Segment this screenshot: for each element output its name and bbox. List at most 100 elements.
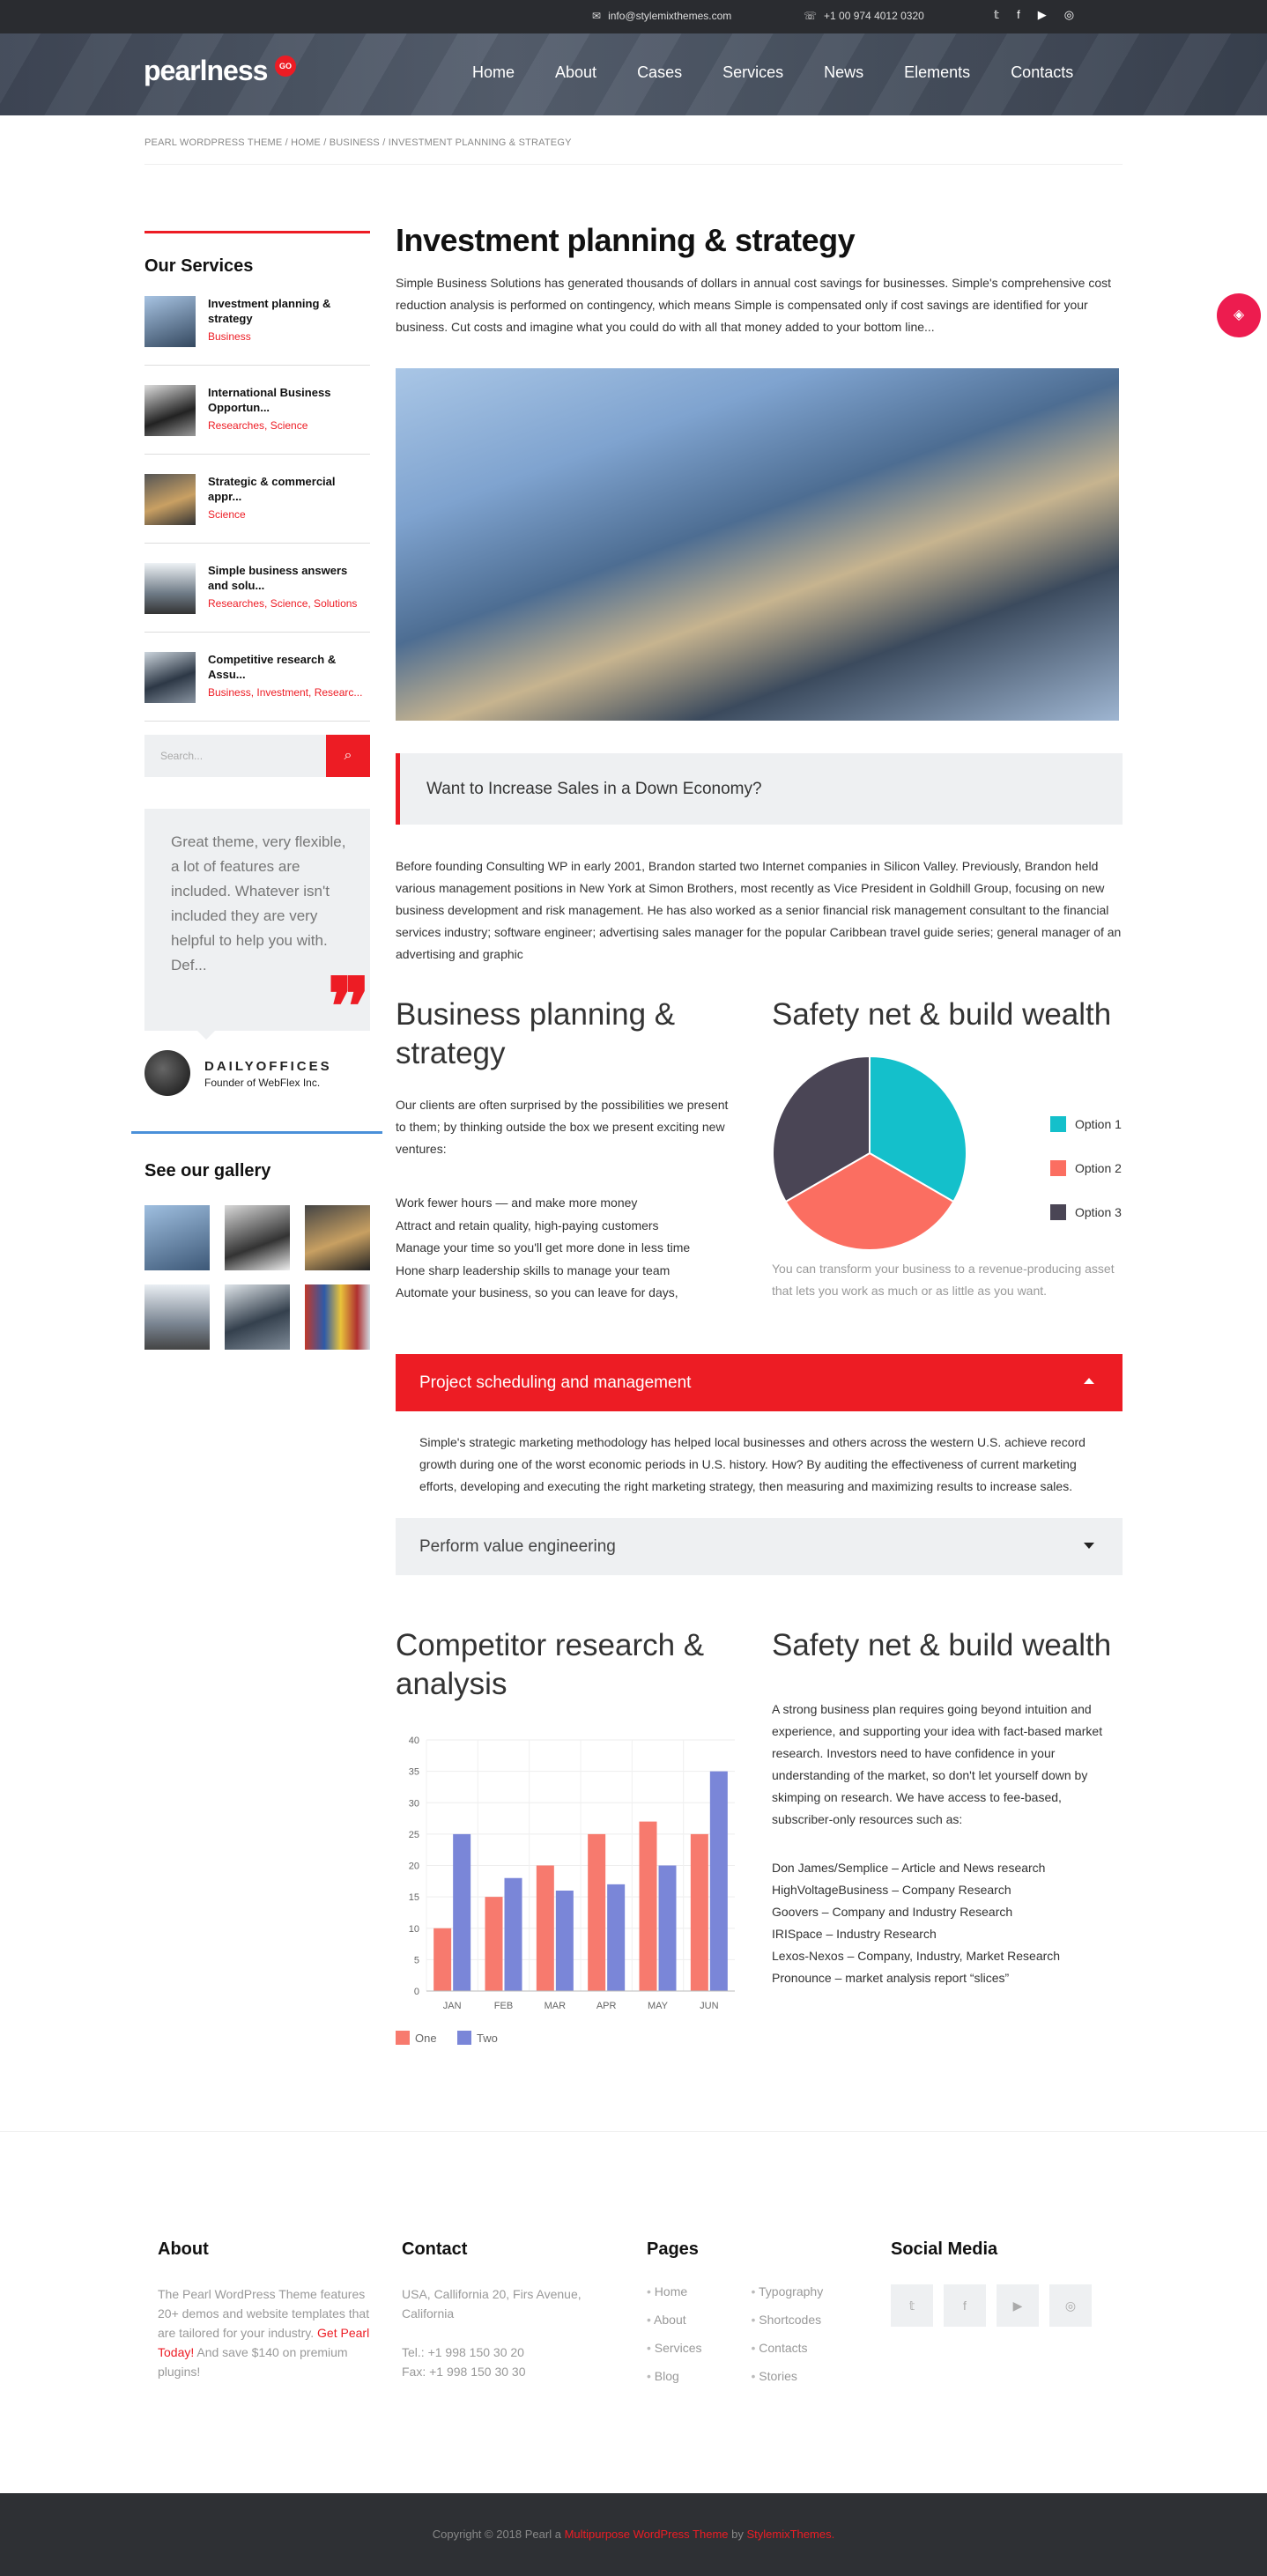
theme-link[interactable]: Multipurpose WordPress Theme — [565, 2528, 729, 2541]
footer-page-link[interactable]: Home — [647, 2284, 701, 2313]
bar-two — [555, 1891, 574, 1991]
phone-fax: Fax: +1 998 150 30 30 — [402, 2365, 526, 2379]
search-input[interactable]: Search... — [160, 750, 203, 762]
legend-swatch — [457, 2031, 471, 2045]
service-name[interactable]: Strategic & commercial appr... — [208, 474, 370, 504]
legend-item: Option 3 — [1050, 1190, 1122, 1234]
email-text: info@stylemixthemes.com — [608, 10, 732, 22]
service-thumbnail[interactable] — [144, 296, 196, 347]
nav-item[interactable]: About — [555, 63, 596, 82]
gallery-image[interactable] — [225, 1205, 290, 1270]
instagram-icon[interactable]: ◎ — [1049, 2284, 1092, 2327]
list-item: Hone sharp leadership skills to manage y… — [396, 1262, 671, 1277]
nav-item[interactable]: Cases — [637, 63, 682, 82]
layers-button[interactable]: ◈ — [1217, 293, 1261, 337]
services-title: Our Services — [144, 256, 254, 276]
twitter-icon[interactable]: 𝕥 — [891, 2284, 933, 2327]
services-list: Investment planning & strategy Business In… — [144, 277, 370, 722]
nav-item[interactable]: Elements — [904, 63, 970, 82]
service-categories[interactable]: Business — [208, 330, 251, 343]
youtube-icon[interactable]: ▶ — [997, 2284, 1039, 2327]
bar-one — [485, 1897, 503, 1991]
service-name[interactable]: Competitive research & Assu... — [208, 652, 370, 682]
nav-item[interactable]: News — [824, 63, 863, 82]
service-item[interactable]: International Business Opportun... Resear… — [144, 366, 370, 455]
nav-item[interactable]: Contacts — [1011, 63, 1073, 82]
gallery-image[interactable] — [305, 1205, 370, 1270]
legend-swatch — [1050, 1160, 1066, 1176]
pie-chart — [772, 1055, 967, 1251]
author-link[interactable]: StylemixThemes. — [747, 2528, 835, 2541]
nav-item[interactable]: Home — [472, 63, 515, 82]
legend-label: Option 1 — [1075, 1117, 1122, 1131]
youtube-icon[interactable]: ▶ — [1038, 8, 1047, 22]
y-tick-label: 35 — [409, 1767, 419, 1778]
service-categories[interactable]: Researches, Science — [208, 419, 307, 432]
chevron-up-icon — [1084, 1378, 1094, 1384]
instagram-icon[interactable]: ◎ — [1064, 8, 1074, 22]
service-categories[interactable]: Business, Investment, Researc... — [208, 686, 362, 699]
footer-page-link[interactable]: Services — [647, 2341, 702, 2369]
email-contact[interactable]: ✉ info@stylemixthemes.com — [592, 10, 731, 22]
footer-pages: Pages HomeAboutServicesBlog TypographySho… — [647, 2239, 876, 2397]
x-tick-label: FEB — [494, 2001, 513, 2011]
blockquote-text: Want to Increase Sales in a Down Economy… — [426, 780, 762, 798]
gallery-image[interactable] — [144, 1284, 210, 1350]
search-button[interactable]: ⌕ — [326, 735, 370, 777]
phone-text: +1 00 974 4012 0320 — [824, 10, 924, 22]
testimonial-text: Great theme, very flexible, a lot of fea… — [171, 833, 346, 973]
y-tick-label: 30 — [409, 1798, 419, 1809]
service-categories[interactable]: Science — [208, 508, 246, 521]
testimonial-notch — [197, 1031, 215, 1040]
x-tick-label: MAR — [545, 2001, 567, 2011]
gallery-image[interactable] — [144, 1205, 210, 1270]
service-name[interactable]: International Business Opportun... — [208, 385, 370, 415]
footer-page-link[interactable]: Contacts — [751, 2341, 823, 2369]
list-item: HighVoltageBusiness – Company Research — [772, 1883, 1011, 1897]
service-item[interactable]: Competitive research & Assu... Business, … — [144, 633, 370, 722]
pages-column: HomeAboutServicesBlog — [647, 2284, 701, 2397]
footer-page-link[interactable]: Shortcodes — [751, 2313, 823, 2341]
logo[interactable]: pearlness — [144, 55, 268, 87]
sidebar-accent-line — [144, 231, 370, 233]
service-name[interactable]: Investment planning & strategy — [208, 296, 370, 326]
accordion-open[interactable]: Project scheduling and management — [396, 1354, 1123, 1411]
service-thumbnail[interactable] — [144, 563, 196, 614]
footer-page-link[interactable]: Typography — [751, 2284, 823, 2313]
accordion-title: Perform value engineering — [419, 1537, 616, 1556]
facebook-icon[interactable]: f — [1017, 8, 1020, 22]
service-name[interactable]: Simple business answers and solu... — [208, 563, 370, 593]
service-item[interactable]: Simple business answers and solu... Resea… — [144, 544, 370, 633]
twitter-icon[interactable]: 𝕥 — [994, 8, 999, 22]
service-thumbnail[interactable] — [144, 652, 196, 703]
gallery-image[interactable] — [225, 1284, 290, 1350]
main-nav: Home About Cases Services News Elements Contac… — [472, 63, 1114, 82]
service-item[interactable]: Strategic & commercial appr... Science — [144, 455, 370, 544]
list-item: Automate your business, so you can leave… — [396, 1285, 678, 1299]
breadcrumb[interactable]: PEARL WORDPRESS THEME / HOME / BUSINESS … — [144, 137, 572, 148]
pie-legend: Option 1 Option 2 Option 3 — [1050, 1102, 1122, 1234]
service-item[interactable]: Investment planning & strategy Business — [144, 277, 370, 366]
intro-text: Simple Business Solutions has generated … — [396, 276, 1112, 334]
footer-page-link[interactable]: Blog — [647, 2369, 701, 2397]
divider — [131, 1131, 382, 1134]
gallery-image[interactable] — [305, 1284, 370, 1350]
footer-page-link[interactable]: Stories — [751, 2369, 823, 2397]
legend-label: One — [415, 2032, 437, 2045]
service-thumbnail[interactable] — [144, 385, 196, 436]
footer-page-link[interactable]: About — [647, 2313, 701, 2341]
bar-two — [658, 1865, 677, 1991]
y-tick-label: 0 — [414, 1987, 419, 1997]
nav-item[interactable]: Services — [722, 63, 783, 82]
accordion-closed[interactable]: Perform value engineering — [396, 1518, 1123, 1575]
x-tick-label: MAY — [648, 2001, 669, 2011]
footer-title: Social Media — [891, 2239, 998, 2259]
service-categories[interactable]: Researches, Science, Solutions — [208, 597, 357, 610]
sidebar: Our Services Investment planning & strat… — [144, 231, 370, 722]
facebook-icon[interactable]: f — [944, 2284, 986, 2327]
service-thumbnail[interactable] — [144, 474, 196, 525]
y-tick-label: 15 — [409, 1892, 419, 1903]
phone-contact[interactable]: ☏ +1 00 974 4012 0320 — [804, 10, 924, 22]
legend-label: Two — [477, 2032, 498, 2045]
accordion-body: Simple's strategic marketing methodology… — [419, 1435, 1085, 1493]
